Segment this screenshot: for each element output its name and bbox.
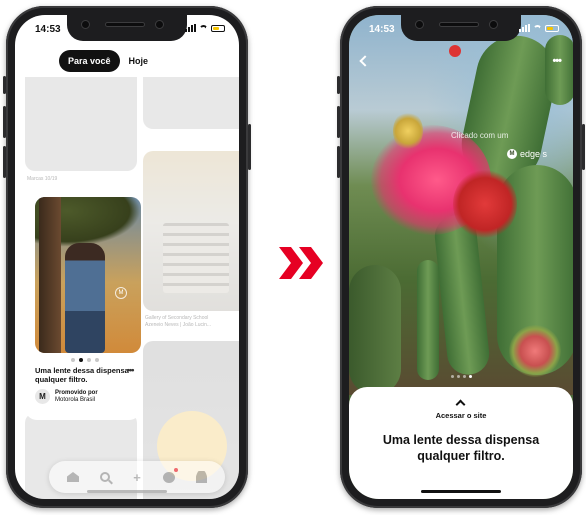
more-icon[interactable]: ••• — [127, 365, 135, 375]
promoted-pin-image[interactable]: M — [35, 197, 141, 353]
chevron-up-icon[interactable] — [455, 399, 466, 410]
battery-icon — [545, 24, 559, 32]
feed-screen: 14:53 Para você Hoje Marcas 10/19 Galler… — [15, 15, 239, 499]
promoted-label: Promovido por — [55, 389, 98, 396]
carousel-dot[interactable] — [463, 375, 466, 378]
pin-caption: Marcas 10/19 — [27, 176, 58, 182]
chat-icon[interactable] — [161, 468, 178, 485]
carousel-dot[interactable] — [457, 375, 460, 378]
pin-detail-screen: 14:53 ••• Clicado com um M edge s Acessa… — [349, 15, 573, 499]
notch — [401, 15, 521, 41]
double-chevron-right-icon — [279, 247, 323, 279]
home-indicator — [421, 490, 501, 493]
wifi-icon — [199, 25, 208, 31]
motorola-watermark-icon: M — [115, 287, 127, 299]
visit-site-link[interactable]: Acessar o site — [349, 411, 573, 420]
left-phone-frame: 14:53 Para você Hoje Marcas 10/19 Galler… — [3, 6, 251, 508]
motorola-logo-icon: M — [35, 389, 50, 404]
home-icon[interactable] — [65, 469, 81, 485]
carousel-dot[interactable] — [469, 375, 472, 378]
tab-hoje[interactable]: Hoje — [126, 50, 152, 72]
add-icon[interactable]: + — [129, 469, 145, 485]
promoted-by[interactable]: M Promovido por Motorola Brasil — [35, 389, 98, 404]
pin-info-sheet[interactable]: Acessar o site Uma lente dessa dispensa … — [349, 387, 573, 499]
pin-caption: Gallery of Secondary School — [145, 315, 209, 321]
battery-icon — [211, 24, 225, 32]
pin-title: Uma lente dessa dispensa qualquer filtro… — [35, 366, 129, 384]
feed-header: Para você Hoje — [15, 45, 239, 77]
right-phone-frame: 14:53 ••• Clicado com um M edge s Acessa… — [337, 6, 585, 508]
carousel-dot[interactable] — [79, 358, 83, 362]
wifi-icon — [533, 25, 542, 31]
pin-title: Uma lente dessa dispensa qualquer filtro… — [382, 433, 540, 463]
cactus-flower-image[interactable] — [349, 15, 573, 395]
watermark-brand-text: edge s — [520, 149, 548, 159]
status-time: 14:53 — [369, 24, 395, 35]
notch — [67, 15, 187, 41]
search-icon[interactable] — [97, 469, 113, 485]
profile-icon[interactable] — [193, 469, 209, 485]
motorola-logo-icon: M — [507, 149, 517, 159]
notification-dot — [174, 468, 178, 472]
carousel-dots — [451, 375, 472, 378]
signal-icon — [519, 24, 530, 32]
carousel-dot[interactable] — [95, 358, 99, 362]
tab-para-voce[interactable]: Para você — [59, 50, 120, 72]
camera-watermark-text: Clicado com um — [451, 131, 509, 140]
carousel-dot[interactable] — [87, 358, 91, 362]
signal-icon — [185, 24, 196, 32]
carousel-dot[interactable] — [71, 358, 75, 362]
camera-watermark-brand: M edge s — [507, 149, 547, 159]
pin-caption: Azeneio Neves | João Lucin... — [145, 322, 212, 328]
carousel-dot[interactable] — [451, 375, 454, 378]
bottom-nav: + — [49, 461, 225, 493]
pin-tile[interactable] — [25, 67, 137, 171]
carousel-dots — [71, 358, 99, 362]
status-icons — [185, 24, 225, 32]
status-icons — [519, 24, 559, 32]
pin-tile-staircase[interactable] — [143, 151, 239, 311]
more-icon[interactable]: ••• — [552, 55, 562, 67]
status-time: 14:53 — [35, 24, 61, 35]
advertiser-name: Motorola Brasil — [55, 396, 96, 403]
